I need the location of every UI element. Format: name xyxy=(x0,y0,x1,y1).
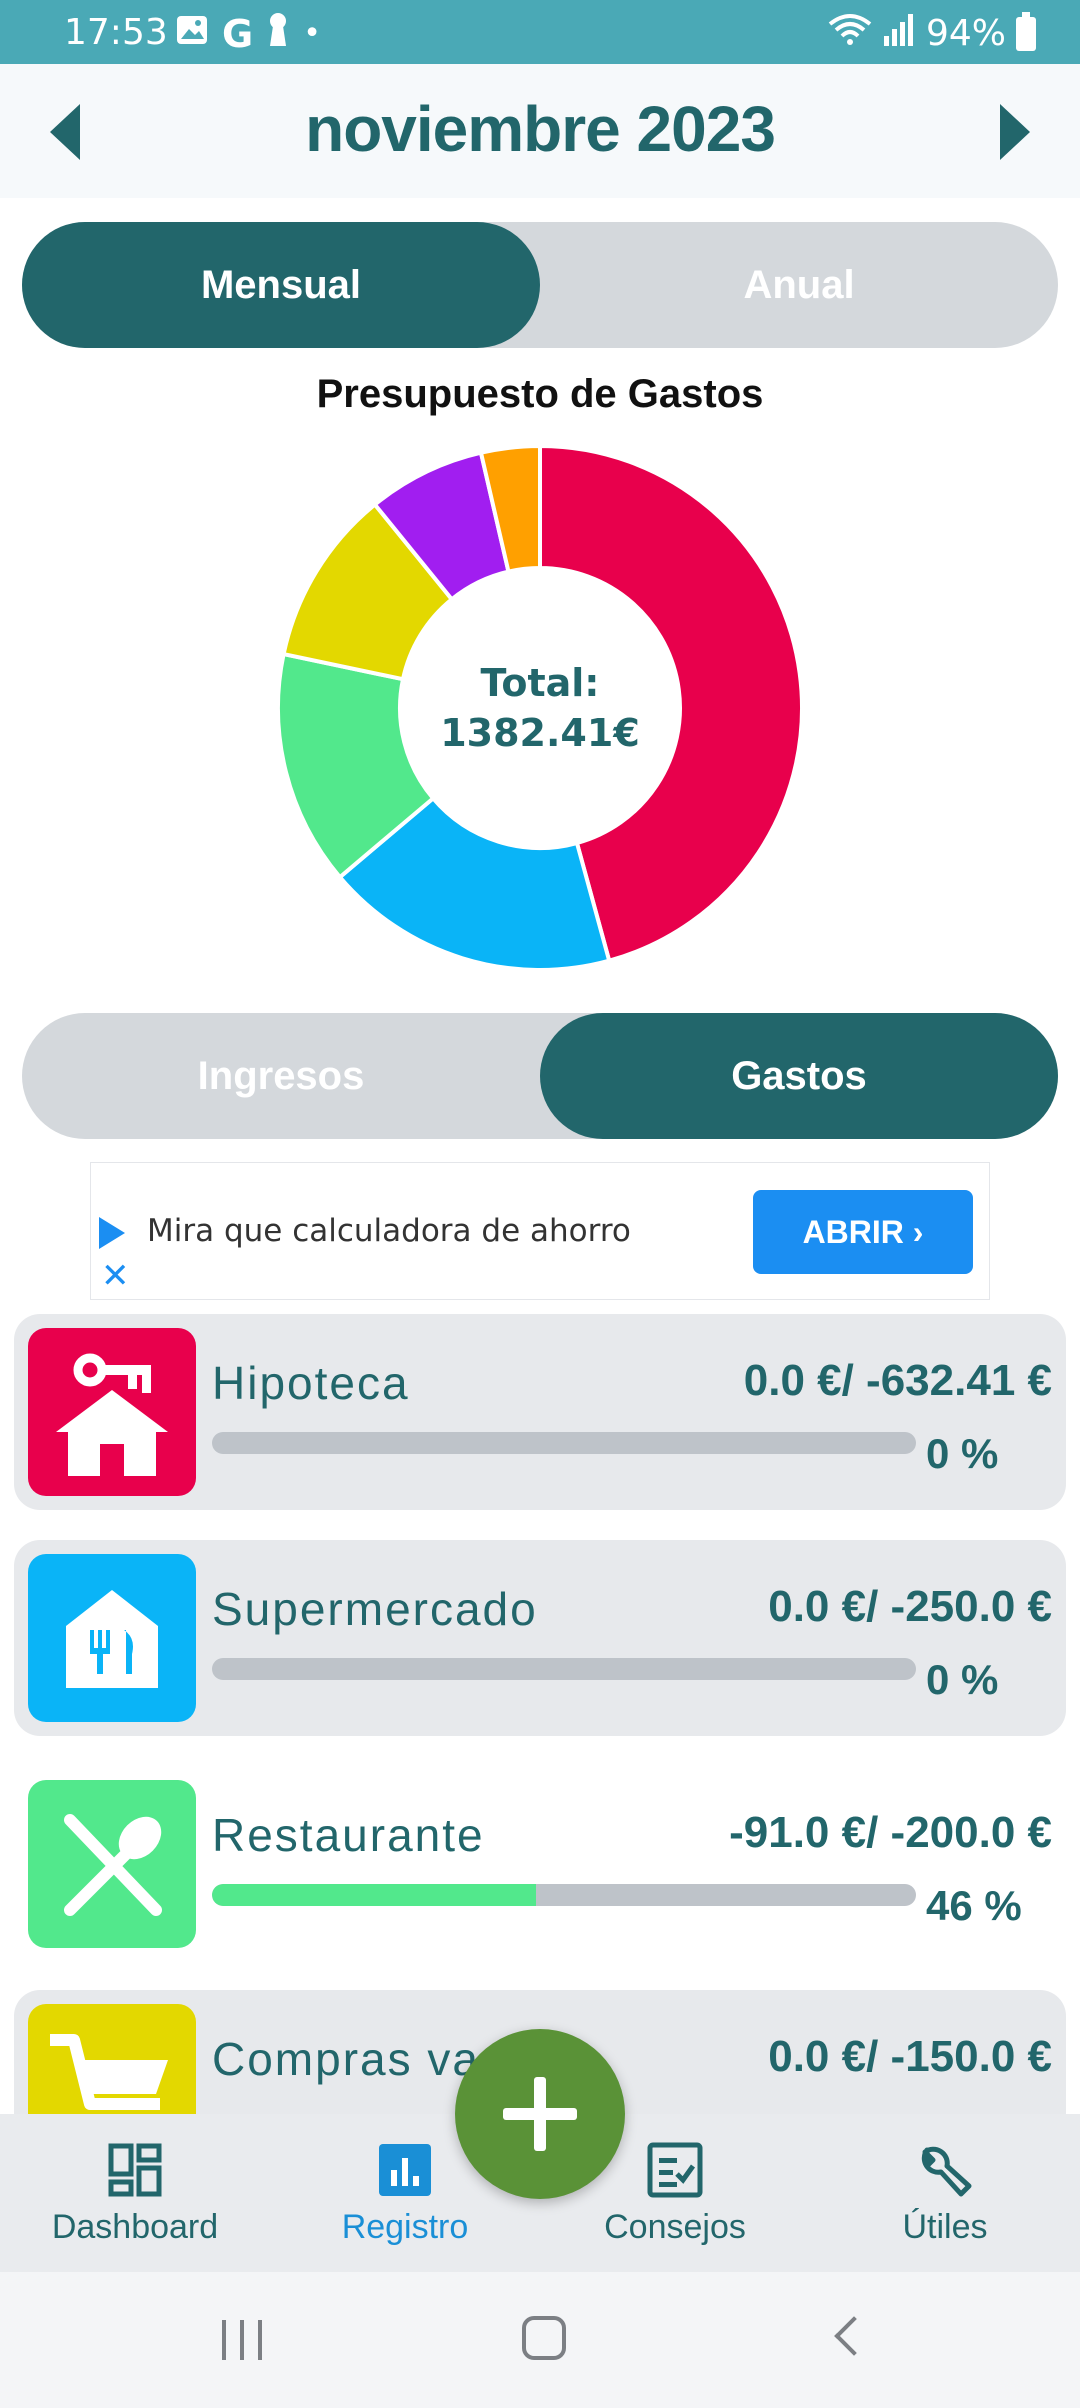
image-icon xyxy=(176,14,208,54)
wrench-icon xyxy=(917,2142,973,2198)
category-card-restaurante[interactable]: Restaurante -91.0 €/ -200.0 € 46 % xyxy=(14,1766,1066,1962)
status-right: 94% xyxy=(828,11,1036,55)
nav-dashboard[interactable]: Dashboard xyxy=(0,2142,270,2247)
ad-open-label: ABRIR xyxy=(802,1214,904,1250)
home-icon[interactable] xyxy=(522,2316,566,2360)
fork-spoon-icon xyxy=(28,1780,196,1948)
ad-text: Mira que calculadora de ahorro xyxy=(147,1213,631,1249)
category-amount: -91.0 €/ -200.0 € xyxy=(729,1808,1052,1857)
category-progress-fill xyxy=(212,1884,536,1906)
category-progress-track xyxy=(212,1884,916,1906)
category-name: Supermercado xyxy=(212,1583,538,1635)
close-icon[interactable]: ✕ xyxy=(101,1259,130,1293)
battery-percent: 94% xyxy=(925,13,1006,54)
category-percent: 46 % xyxy=(926,1882,1022,1929)
dot-icon: • xyxy=(303,15,321,51)
notification-icons: G • xyxy=(176,12,321,55)
chart-title: Presupuesto de Gastos xyxy=(316,372,764,416)
add-transaction-button[interactable] xyxy=(455,2029,625,2199)
ad-banner[interactable]: ✕ Mira que calculadora de ahorro ABRIR › xyxy=(90,1162,990,1300)
chart-total-label: Total: xyxy=(480,661,599,705)
month-header: noviembre 2023 xyxy=(0,64,1080,198)
category-card-hipoteca[interactable]: Hipoteca 0.0 €/ -632.41 € 0 % xyxy=(14,1314,1066,1510)
nav-label: Registro xyxy=(341,2208,469,2246)
nav-label: Dashboard xyxy=(51,2208,219,2246)
nav-label: Consejos xyxy=(604,2208,746,2246)
category-percent: 0 % xyxy=(926,1430,999,1477)
tab-income[interactable]: Ingresos xyxy=(22,1013,540,1139)
category-name: Compras va xyxy=(212,2033,480,2085)
dashboard-icon xyxy=(107,2142,163,2198)
donut-hole xyxy=(412,580,668,836)
category-progress-track xyxy=(212,1432,916,1454)
category-progress-track xyxy=(212,1658,916,1680)
tab-expenses[interactable]: Gastos xyxy=(540,1013,1058,1139)
category-amount: 0.0 €/ -250.0 € xyxy=(768,1582,1052,1631)
nav-utiles[interactable]: Útiles xyxy=(810,2142,1080,2247)
category-amount: 0.0 €/ -632.41 € xyxy=(743,1356,1052,1405)
triangle-right-icon[interactable] xyxy=(1000,104,1030,160)
battery-icon xyxy=(1016,11,1036,51)
category-name: Restaurante xyxy=(212,1809,485,1861)
category-name: Hipoteca xyxy=(212,1357,410,1409)
tab-annual[interactable]: Anual xyxy=(540,222,1058,348)
type-toggle: Ingresos Gastos xyxy=(22,1013,1058,1139)
google-icon: G xyxy=(222,11,254,56)
bar-chart-icon xyxy=(377,2142,433,2198)
category-amount: 0.0 €/ -150.0 € xyxy=(768,2032,1052,2081)
play-icon[interactable] xyxy=(99,1217,125,1249)
wifi-icon xyxy=(828,12,872,55)
grocery-store-icon xyxy=(28,1554,196,1722)
status-bar: 17:53 G • 94% xyxy=(0,0,1080,64)
tab-monthly[interactable]: Mensual xyxy=(22,222,540,348)
checklist-icon xyxy=(647,2142,703,2198)
status-time: 17:53 xyxy=(64,12,168,53)
month-title: noviembre 2023 xyxy=(305,93,776,165)
keyhole-icon xyxy=(267,12,289,55)
house-key-icon xyxy=(28,1328,196,1496)
ad-open-button[interactable]: ABRIR › xyxy=(753,1190,973,1274)
category-percent: 0 % xyxy=(926,1656,999,1703)
category-card-supermercado[interactable]: Supermercado 0.0 €/ -250.0 € 0 % xyxy=(14,1540,1066,1736)
nav-label: Útiles xyxy=(902,2208,988,2246)
expense-donut-chart[interactable]: Total: 1382.41€ xyxy=(270,438,810,978)
recent-apps-icon[interactable] xyxy=(222,2320,266,2360)
system-nav-bar xyxy=(0,2272,1080,2408)
signal-icon xyxy=(882,12,916,55)
period-toggle: Mensual Anual xyxy=(22,222,1058,348)
chart-total-value: 1382.41€ xyxy=(440,711,640,755)
back-icon[interactable] xyxy=(834,2316,874,2356)
